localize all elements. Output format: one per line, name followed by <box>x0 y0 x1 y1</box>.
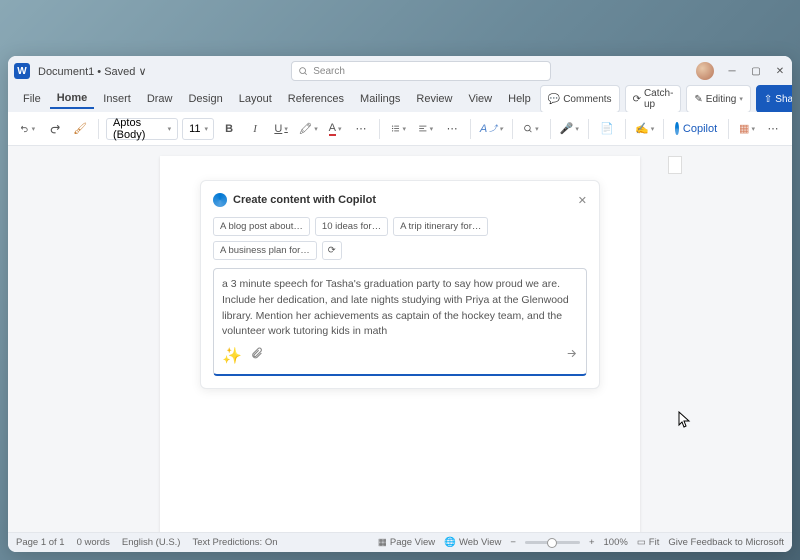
font-name-select[interactable]: Aptos (Body)▾ <box>106 118 178 140</box>
copilot-panel: Create content with Copilot ✕ A blog pos… <box>200 180 600 389</box>
ruler-indicator <box>668 156 682 174</box>
grid-button[interactable]: ▦▾ <box>736 118 758 140</box>
bullets-button[interactable]: ▾ <box>387 118 410 140</box>
styles-button[interactable]: A⤴▾ <box>478 118 505 140</box>
sparkle-icon[interactable]: ✨ <box>222 346 242 366</box>
share-button[interactable]: ⇧ Share ▾ <box>756 85 792 113</box>
refresh-chips-button[interactable]: ⟳ <box>322 241 342 260</box>
menu-file[interactable]: File <box>16 90 48 108</box>
italic-button[interactable]: I <box>244 118 266 140</box>
suggestion-chips: A blog post about… 10 ideas for… A trip … <box>213 217 587 260</box>
menu-view[interactable]: View <box>461 90 499 108</box>
zoom-level[interactable]: 100% <box>604 537 628 548</box>
search-icon <box>298 66 308 76</box>
window-controls: ─ ▢ ✕ <box>696 62 786 80</box>
menu-insert[interactable]: Insert <box>96 90 138 108</box>
titlebar: W Document1 • Saved ∨ Search ─ ▢ ✕ <box>8 56 792 86</box>
fit-button[interactable]: ▭ Fit <box>637 537 660 548</box>
web-view-button[interactable]: 🌐 Web View <box>444 537 501 548</box>
menubar: File Home Insert Draw Design Layout Refe… <box>8 86 792 112</box>
copilot-panel-title: Create content with Copilot <box>233 194 376 206</box>
undo-button[interactable]: ▾ <box>16 118 39 140</box>
redo-button[interactable] <box>43 118 65 140</box>
chip-business-plan[interactable]: A business plan for… <box>213 241 317 260</box>
search-input[interactable]: Search <box>291 61 551 81</box>
status-language[interactable]: English (U.S.) <box>122 537 181 548</box>
copilot-logo-icon <box>213 193 227 207</box>
align-button[interactable]: ▾ <box>414 118 437 140</box>
menu-draw[interactable]: Draw <box>140 90 180 108</box>
comments-button[interactable]: 💬 Comments <box>540 85 620 113</box>
editor-button[interactable]: ✍▾ <box>633 118 657 140</box>
prompt-input-box[interactable]: a 3 minute speech for Tasha's graduation… <box>213 268 587 376</box>
user-avatar[interactable] <box>696 62 714 80</box>
find-button[interactable]: ▾ <box>519 118 542 140</box>
document-title[interactable]: Document1 • Saved ∨ <box>38 65 147 78</box>
search-placeholder: Search <box>313 66 345 77</box>
more-font-button[interactable]: ⋯ <box>350 118 372 140</box>
copilot-button[interactable]: Copilot <box>671 118 721 140</box>
catchup-button[interactable]: ⟳ Catch-up <box>625 85 682 113</box>
editing-button[interactable]: ✎ Editing ▾ <box>686 85 750 113</box>
chip-blog-post[interactable]: A blog post about… <box>213 217 310 236</box>
zoom-in-button[interactable]: + <box>589 537 595 548</box>
highlight-button[interactable]: 🖍▾ <box>296 118 320 140</box>
statusbar: Page 1 of 1 0 words English (U.S.) Text … <box>8 532 792 552</box>
maximize-button[interactable]: ▢ <box>750 66 762 77</box>
attach-icon[interactable] <box>250 347 263 365</box>
word-window: W Document1 • Saved ∨ Search ─ ▢ ✕ File … <box>8 56 792 552</box>
zoom-out-button[interactable]: − <box>510 537 516 548</box>
copilot-close-button[interactable]: ✕ <box>578 194 587 207</box>
reuse-button[interactable]: 📄 <box>596 118 618 140</box>
chip-ideas[interactable]: 10 ideas for… <box>315 217 388 236</box>
menu-help[interactable]: Help <box>501 90 538 108</box>
send-button[interactable] <box>565 347 578 365</box>
menu-mailings[interactable]: Mailings <box>353 90 407 108</box>
status-predictions[interactable]: Text Predictions: On <box>192 537 277 548</box>
chip-itinerary[interactable]: A trip itinerary for… <box>393 217 488 236</box>
ribbon: ▾ 🖌 Aptos (Body)▾ 11▾ B I U▾ 🖍▾ A▾ ⋯ ▾ ▾… <box>8 112 792 146</box>
menu-references[interactable]: References <box>281 90 351 108</box>
page-view-button[interactable]: ▦ Page View <box>378 537 435 548</box>
prompt-text[interactable]: a 3 minute speech for Tasha's graduation… <box>222 277 578 340</box>
menu-design[interactable]: Design <box>181 90 229 108</box>
font-color-button[interactable]: A▾ <box>324 118 346 140</box>
ribbon-overflow-button[interactable]: ⋯ <box>762 118 784 140</box>
document-page[interactable]: Create content with Copilot ✕ A blog pos… <box>160 156 640 532</box>
bold-button[interactable]: B <box>218 118 240 140</box>
more-para-button[interactable]: ⋯ <box>441 118 463 140</box>
zoom-slider[interactable] <box>525 541 580 544</box>
status-page[interactable]: Page 1 of 1 <box>16 537 65 548</box>
font-size-select[interactable]: 11▾ <box>182 118 214 140</box>
status-words[interactable]: 0 words <box>77 537 110 548</box>
underline-button[interactable]: U▾ <box>270 118 292 140</box>
menu-layout[interactable]: Layout <box>232 90 279 108</box>
minimize-button[interactable]: ─ <box>726 66 738 77</box>
search-container: Search <box>147 61 696 81</box>
feedback-link[interactable]: Give Feedback to Microsoft <box>668 537 784 548</box>
dictate-button[interactable]: 🎤▾ <box>557 118 581 140</box>
close-button[interactable]: ✕ <box>774 66 786 77</box>
word-app-icon: W <box>14 63 30 79</box>
menu-review[interactable]: Review <box>409 90 459 108</box>
format-painter-button[interactable]: 🖌 <box>69 118 91 140</box>
document-area: Create content with Copilot ✕ A blog pos… <box>8 146 792 532</box>
menu-home[interactable]: Home <box>50 89 95 109</box>
mouse-cursor-icon <box>678 411 692 432</box>
